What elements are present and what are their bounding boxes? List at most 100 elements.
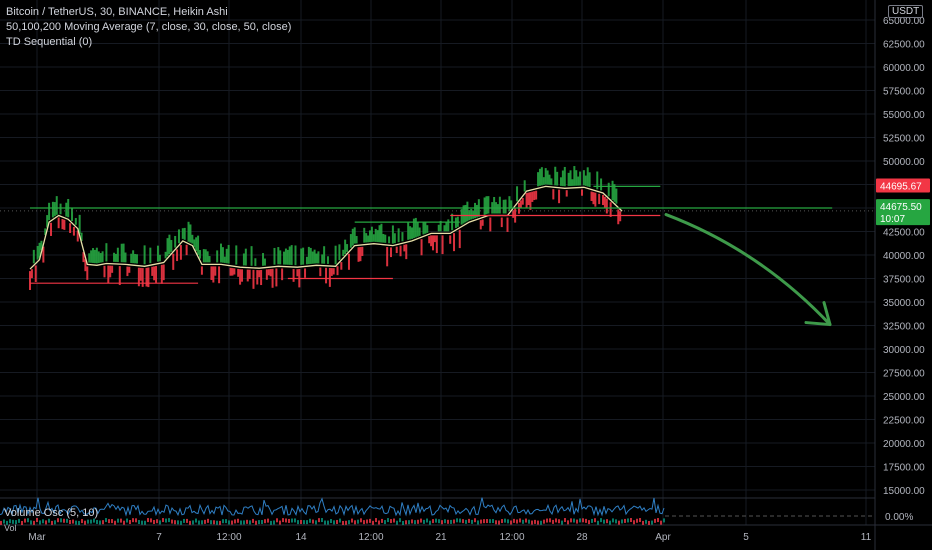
td-red-mark [529,192,532,210]
td-green-mark [460,209,463,225]
td-green-mark [187,221,190,242]
volume-bar [309,518,311,523]
td-red-mark [141,268,144,287]
td-green-mark [368,230,371,243]
volume-bar [63,518,65,523]
y-tick-label: 32500.00 [883,322,925,333]
volume-bar [543,519,545,524]
volume-bar [438,519,440,524]
volume-bar [408,520,410,525]
volume-bar [147,518,149,523]
volume-bar [411,519,413,524]
td-green-mark [92,248,95,263]
volume-bar [336,519,338,524]
td-red-mark [260,269,263,286]
volume-bar [354,520,356,525]
volume-bar [342,520,344,525]
legend-moving-average[interactable]: 50,100,200 Moving Average (7, close, 30,… [6,20,291,35]
td-green-mark [563,166,566,187]
td-red-mark [535,190,538,200]
volume-osc-label[interactable]: Volume Osc (5, 10) [4,507,98,519]
td-green-mark [279,250,282,265]
td-green-mark [221,247,224,263]
volume-bar [402,520,404,525]
td-green-mark [277,247,280,265]
volume-bar [165,518,167,523]
volume-bar [192,520,194,525]
td-red-mark [521,197,524,205]
volume-bar [99,520,101,525]
td-green-mark [380,223,383,243]
td-red-mark [107,265,110,284]
volume-bar [549,518,551,523]
volume-bar [459,518,461,523]
td-red-mark [428,236,431,244]
legend-symbol[interactable]: Bitcoin / TetherUS, 30, BINANCE, Heikin … [6,5,291,20]
td-red-mark [239,269,242,285]
td-red-mark [386,247,389,267]
volume-bar [663,518,665,523]
volume-bar [435,518,437,523]
volume-bar [576,519,578,524]
volume-bar [339,518,341,523]
volume-bar [606,519,608,524]
x-tick-label: 12:00 [358,532,383,543]
volume-bar [282,518,284,523]
td-green-mark [181,228,184,239]
volume-bar [258,520,260,525]
currency-label[interactable]: USDT [888,5,924,18]
td-green-mark [540,167,543,186]
td-red-mark [389,247,392,258]
td-red-mark [433,235,436,243]
td-green-mark [309,247,312,264]
td-green-mark [575,170,578,186]
volume-bar [381,518,383,523]
volume-bar [639,518,641,523]
td-red-mark [229,267,232,276]
volume-bar [219,520,221,525]
volume-bar [42,519,44,524]
volume-bar [480,519,482,524]
price-chart[interactable]: 65000.0062500.0060000.0057500.0055000.00… [0,0,932,550]
y-tick-label: 22500.00 [883,416,925,427]
td-red-mark [395,246,398,254]
td-green-mark [242,253,245,266]
td-red-mark [558,189,561,204]
volume-bar [375,518,377,523]
volume-bar [486,519,488,524]
volume-bar [324,520,326,525]
volume-bar [312,519,314,524]
volume-bar [18,518,20,523]
x-tick-label: 12:00 [499,532,524,543]
td-red-mark [533,191,536,201]
td-green-mark [523,180,526,192]
td-green-mark [195,237,198,252]
td-green-mark [393,233,396,244]
td-red-mark [218,266,221,284]
x-tick-label: 11 [861,532,872,543]
td-green-mark [36,245,39,260]
td-red-mark [481,219,484,226]
volume-bar [504,518,506,523]
td-red-mark [332,268,335,275]
td-green-mark [311,251,314,264]
y-tick-label: 42500.00 [883,228,925,239]
volume-bar [405,520,407,525]
td-green-mark [472,210,475,219]
volume-bar [129,520,131,525]
volume-bar [276,518,278,523]
volume-bar [207,518,209,523]
td-green-mark [326,256,329,264]
td-red-mark [256,270,259,285]
volume-bar [21,520,23,525]
td-red-mark [605,198,608,214]
td-green-mark [516,186,519,202]
td-red-mark [357,247,360,262]
td-green-mark [391,225,394,244]
volume-osc-line [0,497,665,517]
td-green-mark [567,172,570,187]
volume-bar [357,519,359,524]
legend-td-sequential[interactable]: TD Sequential (0) [6,35,291,50]
td-green-mark [206,251,209,263]
volume-bar [636,518,638,523]
